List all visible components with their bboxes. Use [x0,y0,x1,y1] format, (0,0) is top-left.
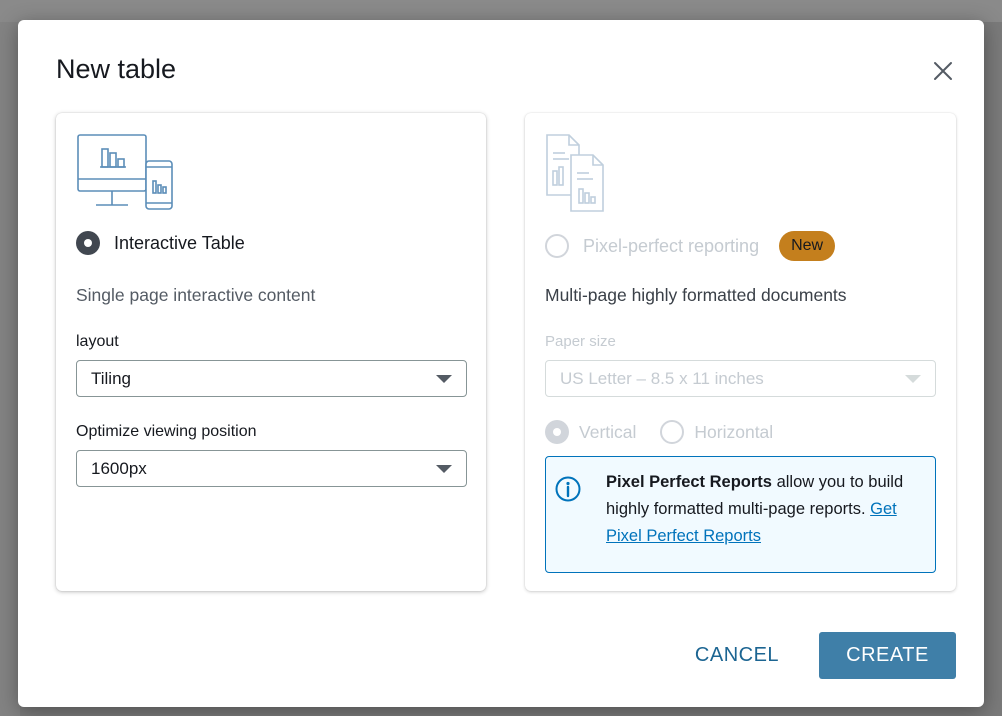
pixel-perfect-label: Pixel-perfect reporting [583,235,760,256]
documents-chart-icon [545,133,615,218]
pixel-perfect-card[interactable]: Pixel-perfect reporting New Multi-page h… [525,113,956,591]
horizontal-label: Horizontal [694,421,774,442]
chevron-down-icon [905,374,921,383]
pixel-perfect-radio[interactable] [545,234,569,258]
dialog-title: New table [56,54,177,84]
vertical-label: Vertical [579,421,637,442]
viewing-position-value: 1600px [91,458,147,478]
new-badge: New [779,231,836,261]
paper-size-value: US Letter – 8.5 x 11 inches [560,368,764,388]
new-table-dialog: New table Interactive Table Single page … [18,20,984,707]
layout-select[interactable]: Tiling [76,360,467,397]
info-alert: Pixel Perfect Reports allow you to build… [545,456,936,573]
orientation-group: Vertical Horizontal [545,420,773,444]
paper-size-label: Paper size [545,333,616,350]
chevron-down-icon [436,464,452,473]
background-sidebar [0,22,20,716]
info-bold-text: Pixel Perfect Reports [606,473,772,491]
viewing-position-select[interactable]: 1600px [76,450,467,487]
info-icon [554,475,582,512]
pixel-perfect-description: Multi-page highly formatted documents [545,285,847,305]
create-button[interactable]: CREATE [819,632,956,679]
pixel-perfect-option[interactable]: Pixel-perfect reporting New [545,231,836,261]
interactive-table-option[interactable]: Interactive Table [76,231,245,255]
horizontal-radio[interactable] [660,420,685,444]
background-toolbar [0,0,1002,22]
interactive-table-radio[interactable] [76,231,100,255]
interactive-table-label: Interactive Table [114,232,245,253]
cancel-button[interactable]: CANCEL [678,632,796,679]
paper-size-select[interactable]: US Letter – 8.5 x 11 inches [545,360,936,397]
layout-select-value: Tiling [91,368,131,388]
viewing-position-label: Optimize viewing position [76,423,257,440]
desktop-mobile-chart-icon [76,133,176,218]
interactive-table-card[interactable]: Interactive Table Single page interactiv… [56,113,486,591]
chevron-down-icon [436,374,452,383]
interactive-table-description: Single page interactive content [76,285,316,305]
layout-label: layout [76,333,119,350]
vertical-radio[interactable] [545,420,569,444]
close-icon[interactable] [932,60,954,82]
